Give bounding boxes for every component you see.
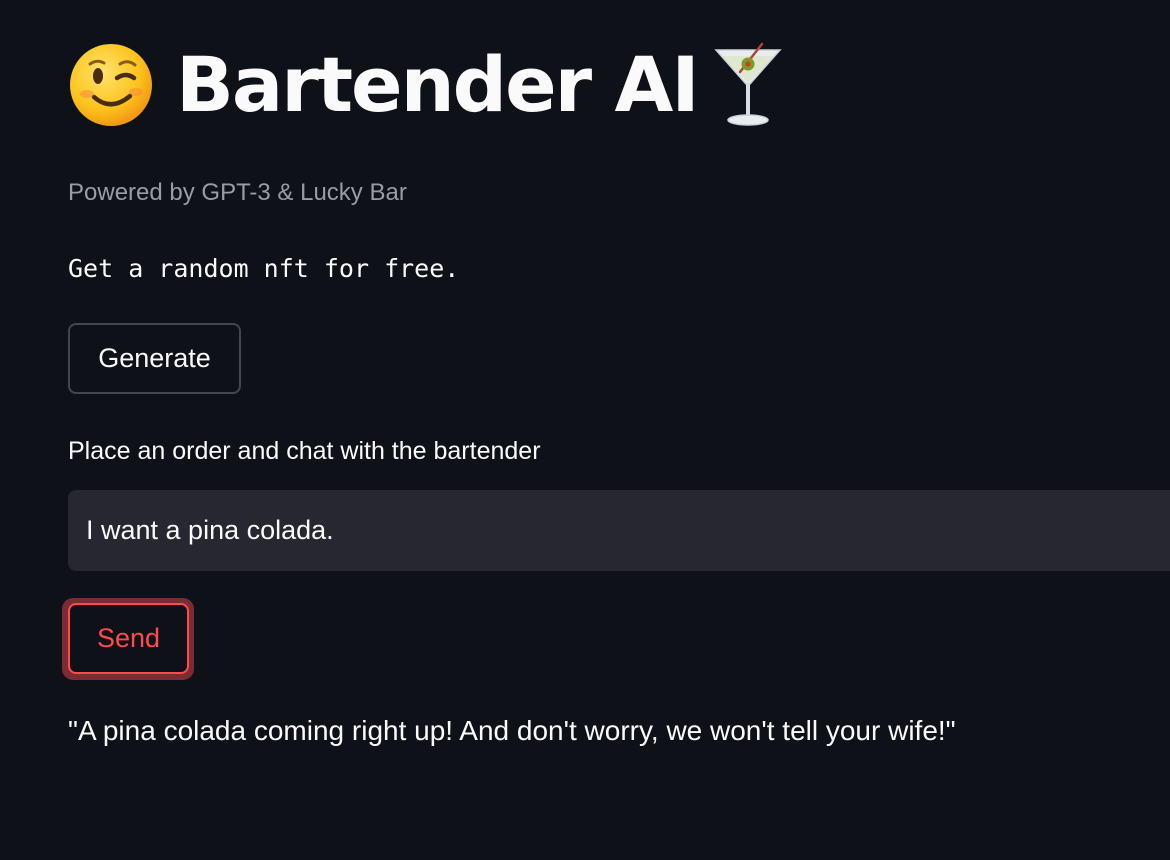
caption: Powered by GPT-3 & Lucky Bar <box>68 179 407 206</box>
cocktail-glass-icon <box>712 42 784 128</box>
generate-button[interactable]: Generate <box>68 323 241 394</box>
bartender-response: "A pina colada coming right up! And don'… <box>68 715 956 746</box>
order-input-label: Place an order and chat with the bartend… <box>68 437 541 465</box>
page-title-row: Bartender AI <box>68 40 784 130</box>
nft-description: Get a random nft for free. <box>68 254 460 283</box>
page-title: Bartender AI <box>176 40 700 129</box>
send-button[interactable]: Send <box>68 603 189 674</box>
order-input-value: I want a pina colada. <box>86 515 334 545</box>
order-input[interactable]: I want a pina colada. <box>68 490 1170 571</box>
winking-face-icon <box>68 42 154 128</box>
